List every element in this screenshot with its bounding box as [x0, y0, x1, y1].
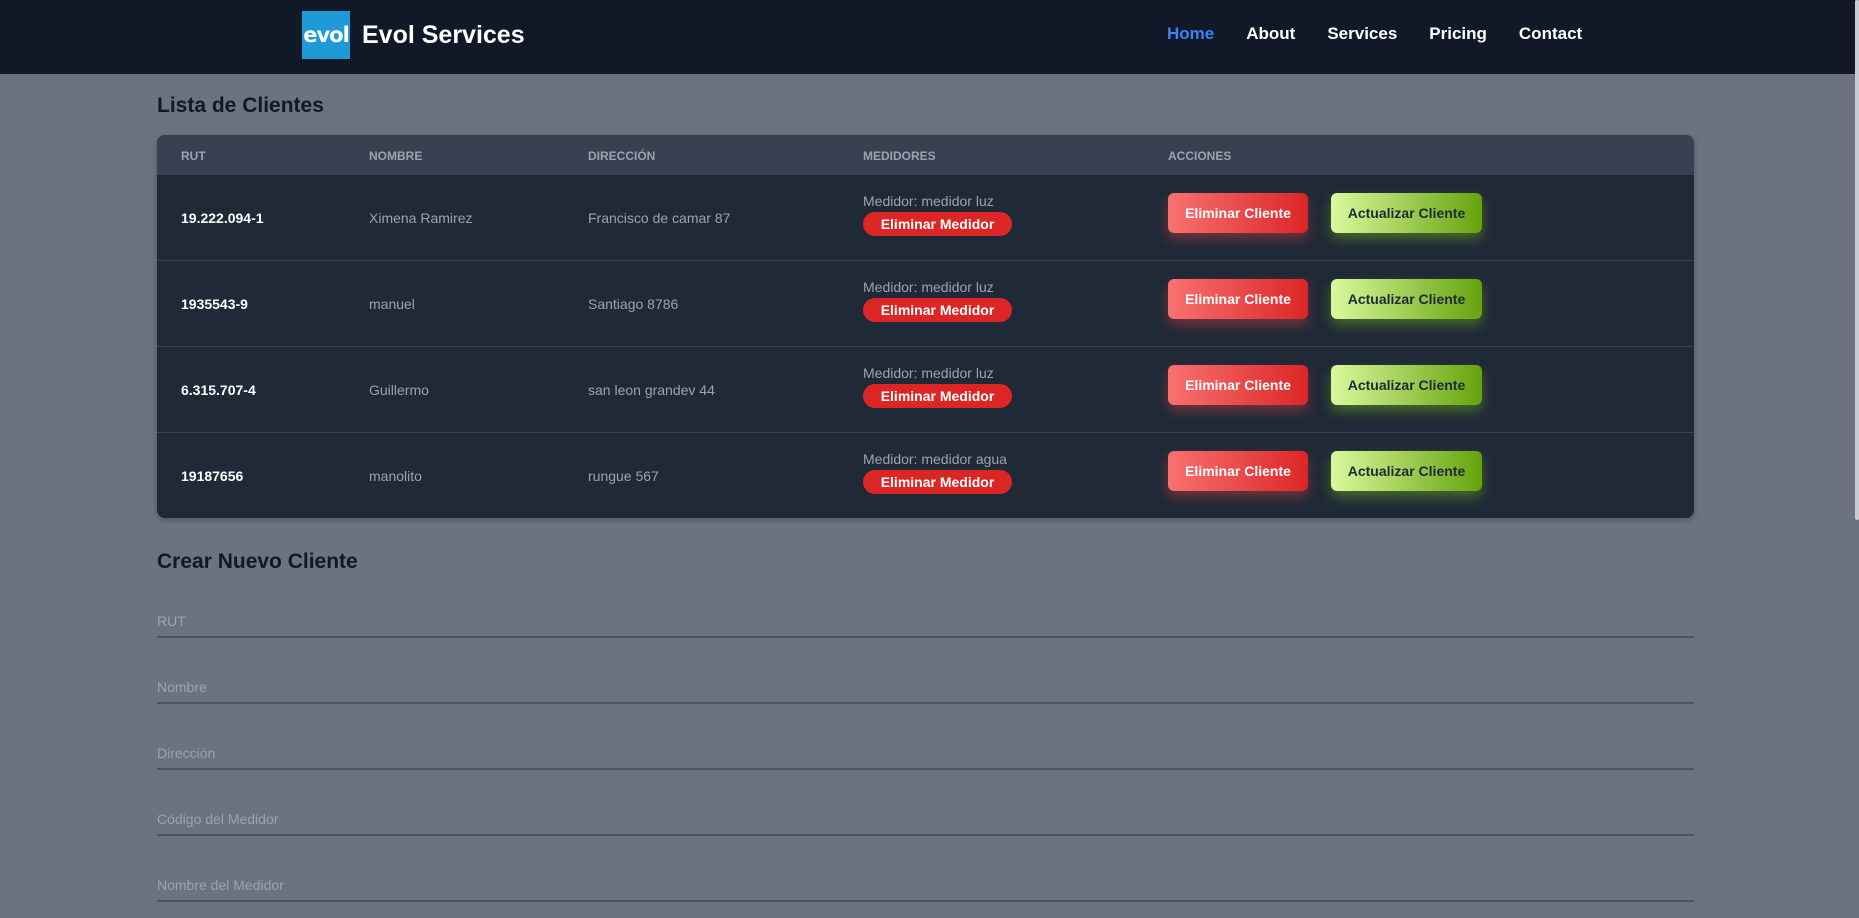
codigo-medidor-input[interactable]	[157, 804, 1694, 836]
cell-medidor: Medidor: medidor luz Eliminar Medidor	[863, 193, 1012, 236]
nombre-medidor-input[interactable]	[157, 870, 1694, 902]
cell-nombre: Ximena Ramirez	[369, 210, 473, 226]
header-medidores: MEDIDORES	[863, 149, 936, 163]
clients-table: RUT NOMBRE DIRECCIÓN MEDIDORES ACCIONES …	[157, 135, 1694, 518]
header-acciones: ACCIONES	[1168, 149, 1232, 163]
medidor-label: Medidor: medidor agua	[863, 451, 1007, 467]
eliminar-medidor-button[interactable]: Eliminar Medidor	[863, 470, 1012, 494]
header-rut: RUT	[181, 149, 206, 163]
table-row: 1935543-9 manuel Santiago 8786 Medidor: …	[157, 260, 1694, 346]
nav-link-pricing[interactable]: Pricing	[1429, 24, 1487, 44]
rut-input[interactable]	[157, 606, 1694, 638]
nav-link-about[interactable]: About	[1246, 24, 1295, 44]
cell-direccion: Santiago 8786	[588, 296, 679, 312]
nav-links: Home About Services Pricing Contact	[1167, 24, 1582, 44]
navbar: evol Evol Services Home About Services P…	[0, 0, 1855, 74]
table-row: 19187656 manolito rungue 567 Medidor: me…	[157, 432, 1694, 518]
actualizar-cliente-button[interactable]: Actualizar Cliente	[1331, 279, 1482, 319]
direccion-input[interactable]	[157, 738, 1694, 770]
cell-rut: 1935543-9	[181, 296, 248, 312]
cell-nombre: manolito	[369, 468, 422, 484]
logo[interactable]: evol	[302, 11, 350, 59]
nav-link-contact[interactable]: Contact	[1519, 24, 1582, 44]
medidor-label: Medidor: medidor luz	[863, 365, 994, 381]
header-direccion: DIRECCIÓN	[588, 149, 656, 163]
cell-rut: 19.222.094-1	[181, 210, 264, 226]
nav-link-home[interactable]: Home	[1167, 24, 1214, 44]
cell-direccion: san leon grandev 44	[588, 382, 715, 398]
medidor-label: Medidor: medidor luz	[863, 193, 994, 209]
table-row: 19.222.094-1 Ximena Ramirez Francisco de…	[157, 174, 1694, 260]
cell-medidor: Medidor: medidor agua Eliminar Medidor	[863, 451, 1012, 494]
cell-direccion: Francisco de camar 87	[588, 210, 731, 226]
nav-link-services[interactable]: Services	[1327, 24, 1397, 44]
eliminar-medidor-button[interactable]: Eliminar Medidor	[863, 384, 1012, 408]
medidor-label: Medidor: medidor luz	[863, 279, 994, 295]
cell-rut: 6.315.707-4	[181, 382, 256, 398]
brand[interactable]: evol Evol Services	[302, 11, 525, 59]
eliminar-cliente-button[interactable]: Eliminar Cliente	[1168, 451, 1308, 491]
nombre-input[interactable]	[157, 672, 1694, 704]
eliminar-cliente-button[interactable]: Eliminar Cliente	[1168, 193, 1308, 233]
eliminar-cliente-button[interactable]: Eliminar Cliente	[1168, 279, 1308, 319]
table-row: 6.315.707-4 Guillermo san leon grandev 4…	[157, 346, 1694, 432]
brand-name[interactable]: Evol Services	[362, 21, 525, 50]
actualizar-cliente-button[interactable]: Actualizar Cliente	[1331, 193, 1482, 233]
eliminar-medidor-button[interactable]: Eliminar Medidor	[863, 298, 1012, 322]
header-nombre: NOMBRE	[369, 149, 423, 163]
cell-direccion: rungue 567	[588, 468, 659, 484]
cell-medidor: Medidor: medidor luz Eliminar Medidor	[863, 279, 1012, 322]
eliminar-medidor-button[interactable]: Eliminar Medidor	[863, 212, 1012, 236]
cell-medidor: Medidor: medidor luz Eliminar Medidor	[863, 365, 1012, 408]
actualizar-cliente-button[interactable]: Actualizar Cliente	[1331, 365, 1482, 405]
cell-nombre: manuel	[369, 296, 415, 312]
cell-nombre: Guillermo	[369, 382, 429, 398]
actualizar-cliente-button[interactable]: Actualizar Cliente	[1331, 451, 1482, 491]
clients-title: Lista de Clientes	[157, 94, 324, 117]
form-title: Crear Nuevo Cliente	[157, 550, 358, 573]
eliminar-cliente-button[interactable]: Eliminar Cliente	[1168, 365, 1308, 405]
scrollbar-thumb[interactable]	[1855, 0, 1859, 520]
table-header: RUT NOMBRE DIRECCIÓN MEDIDORES ACCIONES	[157, 135, 1694, 174]
cell-rut: 19187656	[181, 468, 244, 484]
